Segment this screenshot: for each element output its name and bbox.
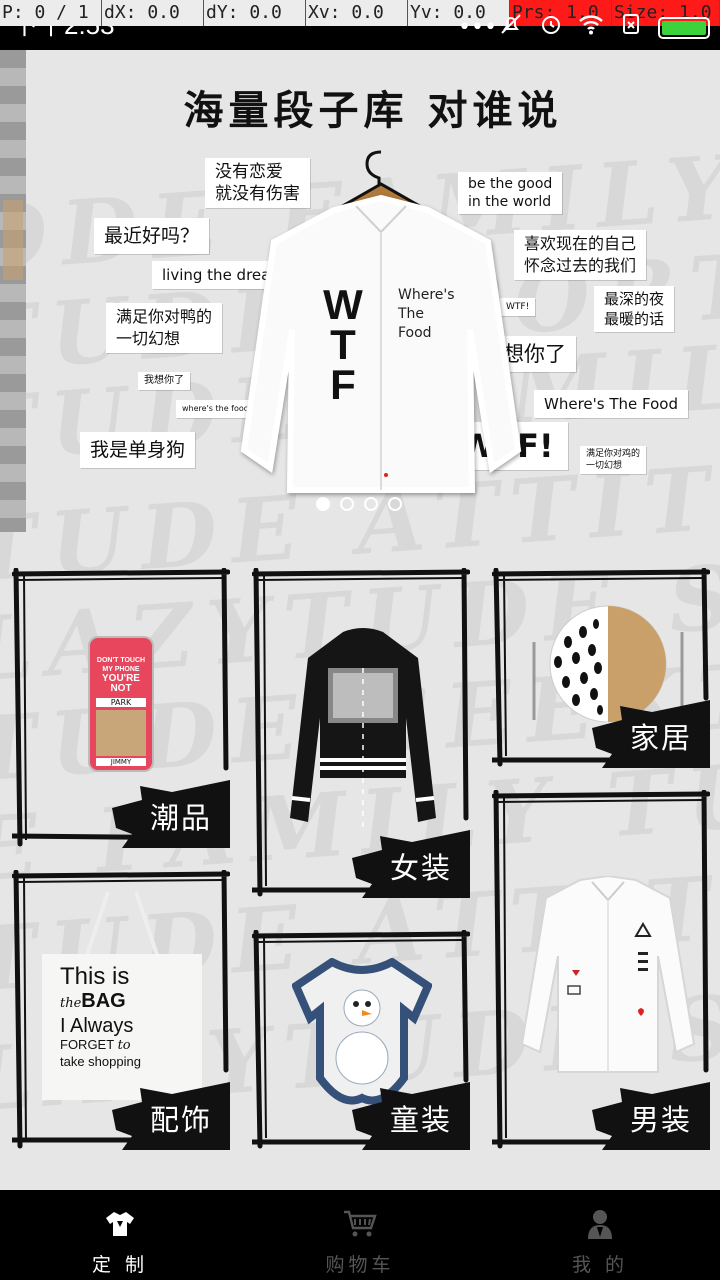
nav-tab-profile[interactable]: 我 的 <box>480 1190 720 1280</box>
carousel-dot[interactable] <box>316 497 330 511</box>
debug-pointer: P: 0 / 1 <box>0 0 102 26</box>
hanger-shirt-image <box>240 150 522 493</box>
category-tile-kids[interactable]: 童装 <box>252 930 470 1150</box>
quote-bubble: 最深的夜 最暖的话 <box>594 286 675 332</box>
child-photo <box>96 710 146 756</box>
alarm-icon <box>538 12 564 44</box>
wifi-icon <box>578 13 604 43</box>
category-tile-men[interactable]: 男装 <box>492 790 710 1150</box>
shirt-print-food: Where's The Food <box>398 287 455 341</box>
quote-bubble: 我是单身狗 <box>80 432 196 468</box>
category-label: 配饰 <box>149 1103 212 1137</box>
white-shirt-image <box>520 876 696 1073</box>
category-tile-accessories[interactable]: This is theBAG I Always FORGET to take s… <box>12 870 230 1150</box>
category-tile-trend[interactable]: DON'T TOUCH MY PHONE YOU'RE NOT PARK JIM… <box>12 568 230 848</box>
shirt-illustration: W T F Where's The Food <box>226 150 536 500</box>
debug-xv: Xv: 0.0 <box>306 0 408 26</box>
tote-bag-image: This is theBAG I Always FORGET to take s… <box>42 890 202 1100</box>
category-label: 男装 <box>629 1103 692 1137</box>
status-bar: 下午2:53 P: 0 / 1 dX: 0.0 dY: 0.0 Xv: 0.0 … <box>0 0 720 50</box>
bottom-navigation: 定 制 购物车 我 的 <box>0 1190 720 1280</box>
quote-bubble: 我想你了 <box>138 372 190 390</box>
more-dots-icon: ••• <box>458 15 497 40</box>
shirt-print-wtf: W T F <box>323 281 363 408</box>
home-content: ODE FAMILY TUDE A TUDE SPORTDE TUDE FAMI… <box>0 50 720 1190</box>
quote-bubble: 满足你对鸡的 一切幻想 <box>580 446 647 474</box>
debug-dy: dY: 0.0 <box>204 0 306 26</box>
carousel-dot[interactable] <box>388 497 402 511</box>
phone-case-image: DON'T TOUCH MY PHONE YOU'RE NOT PARK JIM… <box>88 636 154 772</box>
previous-slide-edge[interactable] <box>0 50 26 532</box>
quote-bubble: 最近好吗？ <box>94 218 210 254</box>
person-icon <box>580 1208 620 1240</box>
banner-title: 海量段子库 对谁说 <box>183 88 563 134</box>
nav-tab-customize[interactable]: 定 制 <box>0 1190 240 1280</box>
quote-bubble: Where's The Food <box>534 390 688 418</box>
carousel-dot[interactable] <box>340 497 354 511</box>
category-label: 女装 <box>389 851 452 885</box>
category-tile-home[interactable]: 家居 <box>492 568 710 768</box>
nav-label: 购物车 <box>325 1254 395 1276</box>
quote-bubble: 满足你对鸭的 一切幻想 <box>106 303 223 353</box>
category-tile-women[interactable]: 女装 <box>252 568 470 898</box>
category-label: 潮品 <box>149 801 212 835</box>
promo-banner[interactable]: 海量段子库 对谁说 没有恋爱 就没有伤害 最近好吗？ living the dr… <box>26 50 720 532</box>
debug-dx: dX: 0.0 <box>102 0 204 26</box>
nav-label: 我 的 <box>571 1254 629 1276</box>
nav-tab-cart[interactable]: 购物车 <box>240 1190 480 1280</box>
mute-icon <box>498 12 524 44</box>
battery-icon <box>658 17 710 39</box>
carousel-dot[interactable] <box>364 497 378 511</box>
category-label: 童装 <box>389 1103 452 1137</box>
cropped-hoodie-image <box>290 628 436 828</box>
no-sim-icon <box>618 12 644 44</box>
nav-label: 定 制 <box>91 1254 149 1276</box>
category-label: 家居 <box>629 721 692 755</box>
cart-icon <box>340 1208 380 1240</box>
tshirt-icon <box>100 1208 140 1240</box>
carousel-indicator <box>316 497 402 511</box>
